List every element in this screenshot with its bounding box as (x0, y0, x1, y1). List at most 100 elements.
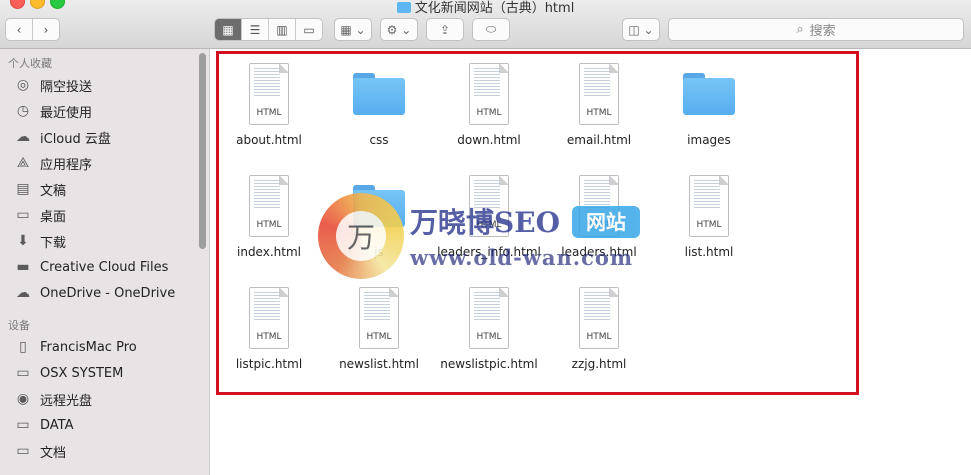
favorites-item-label: 应用程序 (40, 157, 93, 173)
file-item[interactable]: HTML newslistpic.html (434, 279, 544, 387)
favorites-item[interactable]: ⬇ 下载 (14, 229, 66, 253)
file-name: list.html (684, 245, 734, 259)
file-type-label: HTML (586, 220, 612, 230)
icon-view-button[interactable]: ▦ (215, 19, 242, 40)
favorites-item[interactable]: ▭ 桌面 (14, 203, 66, 227)
arrange-icon: ▦ ⌄ (340, 22, 366, 37)
window-title-text: 文化新闻网站（古典）html (414, 1, 575, 16)
chevron-right-icon: › (43, 22, 49, 37)
favorites-item[interactable]: ▬ Creative Cloud Files (14, 255, 168, 279)
cloud-icon: ☁ (16, 285, 30, 301)
file-item[interactable]: HTML leaders.html (544, 167, 654, 275)
sidebar-scrollbar[interactable] (199, 53, 206, 249)
column-view-button[interactable]: ▥ (269, 19, 296, 40)
file-type-label: HTML (256, 108, 282, 118)
sidebar-section-devices: 设备 (8, 319, 30, 332)
html-file-icon: HTML (683, 175, 735, 237)
file-item[interactable]: HTML list.html (654, 167, 764, 275)
view-mode-switcher: ▦ ☰ ▥ ▭ (214, 18, 323, 41)
documents-icon: ▤ (16, 181, 30, 197)
file-type-label: HTML (366, 332, 392, 342)
folder-icon: ▬ (16, 259, 30, 275)
file-name: about.html (236, 133, 302, 147)
column-view-icon: ▥ (276, 22, 288, 37)
devices-item[interactable]: ▭ DATA (14, 413, 73, 437)
html-file-icon: HTML (463, 63, 515, 125)
search-placeholder: 搜索 (809, 24, 836, 39)
devices-item[interactable]: ▭ OSX SYSTEM (14, 361, 123, 385)
favorites-item-label: iCloud 云盘 (40, 131, 111, 147)
dropbox-icon: ◫ ⌄ (628, 22, 654, 37)
icloud-icon: ☁ (16, 129, 30, 145)
file-item[interactable]: HTML leaders_info.html (434, 167, 544, 275)
file-item[interactable]: HTML index.html (214, 167, 324, 275)
favorites-item-label: OneDrive - OneDrive (40, 285, 176, 301)
devices-item-label: FrancisMac Pro (40, 339, 137, 355)
disk-icon: ▭ (16, 417, 30, 433)
forward-button[interactable]: › (33, 19, 59, 40)
file-type-label: HTML (476, 332, 502, 342)
sidebar: 个人收藏 ◎ 隔空投送 ◷ 最近使用 ☁ iCloud 云盘 ⟁ 应用程序 ▤ 文稿 ▭ 桌面 ⬇ 下载 ▬… (0, 49, 210, 475)
file-browser: HTML about.html css HTML down.html HTML email.… (210, 49, 971, 475)
file-name: listpic.html (235, 357, 303, 371)
applications-icon: ⟁ (16, 155, 30, 171)
html-file-icon: HTML (463, 175, 515, 237)
folder-icon (353, 175, 405, 237)
favorites-item[interactable]: ☁ OneDrive - OneDrive (14, 281, 175, 305)
file-item[interactable]: HTML zzjg.html (544, 279, 654, 387)
list-view-button[interactable]: ☰ (242, 19, 269, 40)
file-type-label: HTML (256, 332, 282, 342)
window-title: 文化新闻网站（古典）html (0, 0, 971, 16)
back-button[interactable]: ‹ (6, 19, 33, 40)
file-type-label: HTML (476, 220, 502, 230)
html-file-icon: HTML (353, 287, 405, 349)
favorites-item[interactable]: ⟁ 应用程序 (14, 151, 92, 175)
arrange-button[interactable]: ▦ ⌄ (334, 18, 372, 41)
file-name: newslist.html (339, 357, 419, 371)
sidebar-section-favorites: 个人收藏 (8, 57, 52, 70)
devices-item[interactable]: ▯ FrancisMac Pro (14, 335, 137, 359)
file-item[interactable]: HTML listpic.html (214, 279, 324, 387)
folder-icon (353, 63, 405, 125)
html-file-icon: HTML (573, 287, 625, 349)
file-name: down.html (457, 133, 521, 147)
file-name: zzjg.html (571, 357, 627, 371)
search-icon: ⌕ (796, 22, 804, 37)
folder-item[interactable]: css (324, 55, 434, 163)
file-name: leaders.html (561, 245, 637, 259)
file-name: js (374, 245, 384, 259)
file-item[interactable]: HTML down.html (434, 55, 544, 163)
favorites-item[interactable]: ▤ 文稿 (14, 177, 66, 201)
favorites-item-label: 文稿 (40, 183, 67, 199)
file-item[interactable]: HTML newslist.html (324, 279, 434, 387)
devices-item[interactable]: ▭ 文档 (14, 439, 66, 463)
dropbox-button[interactable]: ◫ ⌄ (622, 18, 660, 41)
html-file-icon: HTML (243, 287, 295, 349)
file-type-label: HTML (256, 220, 282, 230)
chevron-left-icon: ‹ (16, 22, 22, 37)
file-item[interactable]: HTML email.html (544, 55, 654, 163)
optical-disc-icon: ◉ (16, 391, 30, 407)
folder-item[interactable]: js (324, 167, 434, 275)
devices-item-label: 文档 (40, 445, 67, 461)
share-button[interactable]: ⇪ (426, 18, 464, 41)
back-forward-buttons: ‹ › (5, 18, 60, 41)
favorites-item-label: 隔空投送 (40, 79, 93, 95)
share-icon: ⇪ (439, 22, 451, 37)
airdrop-icon: ◎ (16, 77, 30, 93)
favorites-item[interactable]: ☁ iCloud 云盘 (14, 125, 111, 149)
file-item[interactable]: HTML about.html (214, 55, 324, 163)
favorites-item[interactable]: ◎ 隔空投送 (14, 73, 92, 97)
folder-icon (683, 63, 735, 125)
devices-item-label: 远程光盘 (40, 393, 93, 409)
action-button[interactable]: ⚙ ⌄ (380, 18, 418, 41)
folder-item[interactable]: images (654, 55, 764, 163)
html-file-icon: HTML (573, 175, 625, 237)
devices-item[interactable]: ◉ 远程光盘 (14, 387, 92, 411)
favorites-item-label: 下载 (40, 235, 67, 251)
tags-button[interactable]: ⬭ (472, 18, 510, 41)
search-field[interactable]: ⌕ 搜索 (668, 18, 964, 41)
favorites-item[interactable]: ◷ 最近使用 (14, 99, 92, 123)
cover-flow-button[interactable]: ▭ (296, 19, 322, 40)
folder-icon (396, 2, 411, 13)
